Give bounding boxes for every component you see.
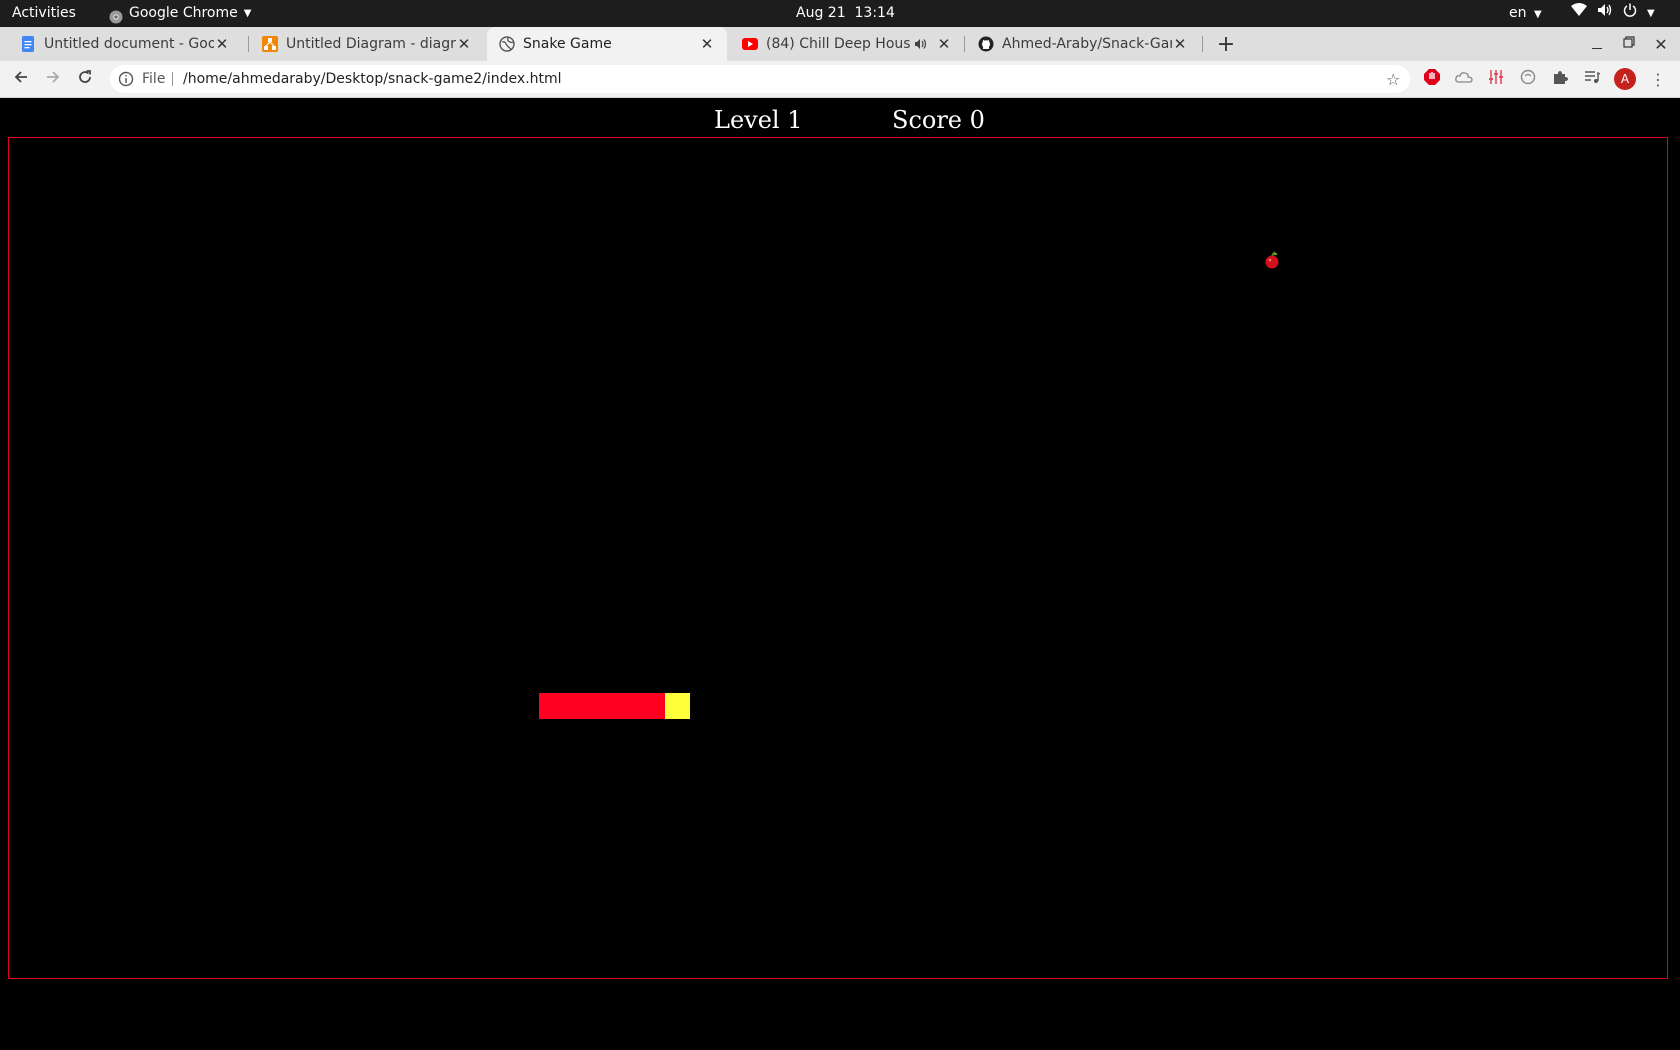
minimize-icon [1592, 47, 1602, 49]
tab-title: Untitled Diagram - diagra [286, 36, 456, 52]
language-text: en [1509, 5, 1527, 21]
close-window-button[interactable]: ✕ [1646, 27, 1676, 61]
clock[interactable]: Aug 21 13:14 [796, 0, 895, 27]
media-controls-button[interactable] [1582, 69, 1602, 89]
url-text: /home/ahmedaraby/Desktop/snack-game2/ind… [183, 71, 562, 87]
chevron-down-icon: ▼ [243, 8, 252, 19]
apple-icon [1263, 251, 1281, 269]
extension-cloud-icon [1455, 70, 1473, 89]
tab-snake-game[interactable]: Snake Game ✕ [487, 27, 727, 61]
tab-separator [964, 36, 965, 52]
diagrams-net-icon [262, 36, 278, 52]
menu-button[interactable]: ⋮ [1648, 69, 1668, 89]
tab-title: Ahmed-Araby/Snack-Gam [1002, 36, 1172, 52]
game-board[interactable] [8, 137, 1668, 979]
minimize-button[interactable] [1582, 27, 1612, 61]
restore-icon [1623, 36, 1635, 52]
level-label: Level 1 [714, 106, 803, 134]
extension-circle[interactable] [1518, 69, 1538, 89]
arrow-left-icon [13, 69, 29, 90]
tab-separator [248, 36, 249, 52]
playlist-icon [1584, 69, 1601, 89]
date-text: Aug 21 [796, 5, 846, 21]
extensions-button[interactable] [1550, 69, 1570, 89]
close-icon: ✕ [1654, 34, 1668, 54]
kebab-menu-icon: ⋮ [1650, 69, 1666, 89]
tab-youtube[interactable]: (84) Chill Deep House ✕ [730, 27, 964, 61]
system-status-area[interactable]: ▼ [1571, 0, 1655, 27]
reload-icon [77, 69, 93, 90]
star-icon[interactable]: ☆ [1386, 70, 1400, 89]
new-tab-button[interactable]: + [1212, 27, 1240, 61]
chrome-icon [109, 7, 123, 23]
chevron-down-icon: ▼ [1533, 9, 1542, 20]
app-name: Google Chrome [129, 5, 238, 21]
forward-button[interactable] [38, 61, 68, 97]
snake-game-page: Level 1 Score 0 [0, 98, 1680, 1050]
chevron-down-icon: ▼ [1647, 8, 1655, 19]
power-icon [1623, 0, 1637, 27]
tab-diagrams[interactable]: Untitled Diagram - diagra ✕ [250, 27, 484, 61]
browser-toolbar: File /home/ahmedaraby/Desktop/snack-game… [0, 61, 1680, 98]
wifi-icon [1571, 0, 1587, 27]
adblock-icon [1423, 68, 1441, 90]
address-bar[interactable]: File /home/ahmedaraby/Desktop/snack-game… [110, 65, 1410, 93]
time-text: 13:14 [854, 5, 895, 21]
app-menu[interactable]: Google Chrome ▼ [109, 0, 251, 27]
close-icon[interactable]: ✕ [1172, 35, 1188, 53]
tab-title: (84) Chill Deep House [766, 36, 910, 52]
score-label: Score 0 [892, 106, 985, 134]
google-docs-icon [20, 36, 36, 52]
snake-body [539, 693, 665, 719]
equalizer-icon [1488, 69, 1504, 89]
github-icon [978, 36, 994, 52]
arrow-right-icon [45, 69, 61, 90]
activities-button[interactable]: Activities [12, 0, 76, 27]
close-icon[interactable]: ✕ [699, 35, 715, 53]
tab-github[interactable]: Ahmed-Araby/Snack-Gam ✕ [966, 27, 1200, 61]
globe-icon [499, 36, 515, 52]
scheme-label: File [142, 71, 166, 87]
scheme-divider [172, 72, 173, 86]
extension-equalizer[interactable] [1486, 69, 1506, 89]
language-selector[interactable]: en ▼ [1509, 0, 1542, 27]
tab-separator [1202, 36, 1203, 52]
close-icon[interactable]: ✕ [936, 35, 952, 53]
extension-adblock[interactable] [1422, 69, 1442, 89]
tab-google-docs[interactable]: Untitled document - Goog ✕ [8, 27, 242, 61]
restore-button[interactable] [1614, 27, 1644, 61]
system-top-bar: Activities Google Chrome ▼ Aug 21 13:14 … [0, 0, 1680, 27]
puzzle-icon [1552, 69, 1568, 89]
volume-icon [1597, 0, 1613, 27]
profile-avatar[interactable]: A [1614, 68, 1636, 90]
back-button[interactable] [6, 61, 36, 97]
info-icon[interactable] [118, 71, 134, 91]
extension-circle-icon [1520, 69, 1536, 89]
close-icon[interactable]: ✕ [456, 35, 472, 53]
reload-button[interactable] [70, 61, 100, 97]
snake-head [665, 693, 690, 719]
audio-playing-icon[interactable] [914, 38, 930, 50]
tab-title: Untitled document - Goog [44, 36, 214, 52]
youtube-icon [742, 36, 758, 52]
tab-strip: Untitled document - Goog ✕ Untitled Diag… [0, 27, 1680, 61]
tab-title: Snake Game [523, 36, 612, 52]
extension-cloud[interactable] [1454, 69, 1474, 89]
close-icon[interactable]: ✕ [214, 35, 230, 53]
